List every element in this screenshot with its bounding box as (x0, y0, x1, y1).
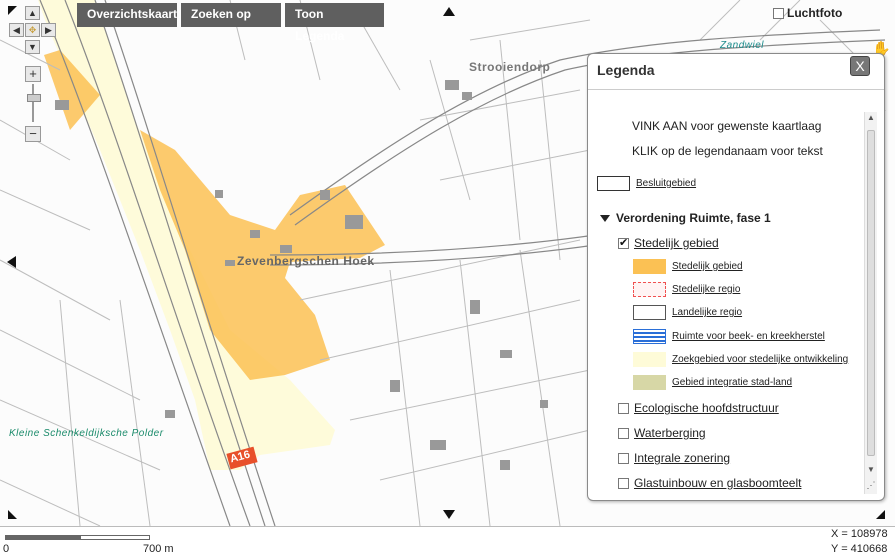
glastuinbouw-checkbox[interactable] (618, 477, 629, 489)
luchtfoto-checkbox[interactable] (773, 7, 784, 19)
x-coordinate: X = 108978 (831, 528, 888, 540)
sublayer-label[interactable]: Stedelijk gebied (672, 261, 743, 272)
swatch-integratie-stad-land (633, 375, 666, 390)
luchtfoto-label: Luchtfoto (787, 6, 843, 20)
legend-layer-ecologische-hoofdstructuur[interactable]: Ecologische hoofdstructuur (618, 401, 779, 415)
scale-end-label: 700 m (143, 543, 174, 555)
layer-link[interactable]: Ecologische hoofdstructuur (634, 401, 779, 415)
resize-grip-icon[interactable]: ⋰ (865, 480, 877, 492)
toon-legenda-button[interactable]: Toon Legenda (285, 3, 384, 43)
pan-north-arrow[interactable] (443, 7, 455, 16)
swatch-zoekgebied (633, 352, 666, 367)
legend-info-line-1: VINK AAN voor gewenste kaartlaag (632, 119, 822, 133)
legend-layer-integrale-zonering[interactable]: Integrale zonering (618, 451, 730, 465)
zoom-in-button[interactable]: + (25, 66, 41, 82)
pan-right-button[interactable]: ▶ (41, 23, 56, 37)
ecologische-hoofdstructuur-checkbox[interactable] (618, 402, 629, 414)
swatch-stedelijk-gebied (633, 259, 666, 274)
waterberging-checkbox[interactable] (618, 427, 629, 439)
sublayer-label[interactable]: Gebied integratie stad-land (672, 377, 792, 388)
legend-title: Legenda (597, 62, 655, 78)
zoom-control: + − (25, 64, 41, 146)
zoom-out-button[interactable]: − (25, 126, 41, 142)
sublayer-zoekgebied[interactable]: Zoekgebied voor stedelijke ontwikkeling (633, 352, 848, 367)
sublayer-label[interactable]: Landelijke regio (672, 307, 742, 318)
stedelijk-gebied-checkbox[interactable] (618, 236, 629, 249)
scroll-up-arrow[interactable]: ▲ (865, 112, 877, 124)
scale-bar (5, 535, 150, 540)
integrale-zonering-checkbox[interactable] (618, 452, 629, 464)
legend-panel: Legenda X VINK AAN voor gewenste kaartla… (587, 53, 885, 501)
sublayer-label[interactable]: Zoekgebied voor stedelijke ontwikkeling (672, 354, 848, 365)
pan-left-button[interactable]: ◀ (9, 23, 24, 37)
sublayer-landelijke-regio[interactable]: Landelijke regio (633, 305, 742, 320)
map-label-kleine-polder: Kleine Schenkeldijksche Polder (9, 428, 164, 439)
zoom-slider-handle[interactable] (27, 94, 41, 102)
zoeken-op-button[interactable]: Zoeken op (181, 3, 281, 27)
map-label-zevenbergschen-hoek: Zevenbergschen Hoek (237, 254, 375, 268)
legend-close-button[interactable]: X (850, 56, 870, 76)
pan-center-button[interactable]: ✥ (25, 23, 40, 37)
pan-south-arrow[interactable] (443, 510, 455, 519)
collapse-triangle-icon[interactable] (600, 214, 610, 222)
map-view[interactable]: Strooiendorp Zevenbergschen Hoek Zandwie… (0, 0, 895, 527)
pan-down-button[interactable]: ▼ (25, 40, 40, 54)
sublayer-integratie-stad-land[interactable]: Gebied integratie stad-land (633, 375, 792, 390)
map-label-zandwiel: Zandwiel (720, 40, 765, 51)
pan-west-arrow[interactable] (7, 256, 16, 268)
layer-link[interactable]: Waterberging (634, 426, 706, 440)
sublayer-beek-kreekherstel[interactable]: Ruimte voor beek- en kreekherstel (633, 329, 825, 344)
corner-arrow-se[interactable] (876, 510, 885, 519)
legend-layer-stedelijk-gebied[interactable]: Stedelijk gebied (618, 236, 719, 250)
legend-besluitgebied[interactable]: Besluitgebied (597, 176, 696, 191)
layer-link[interactable]: Glastuinbouw en glasboomteelt (634, 476, 801, 490)
sublayer-label[interactable]: Stedelijke regio (672, 284, 740, 295)
scale-bar-filled (6, 536, 81, 539)
swatch-landelijke-regio (633, 305, 666, 320)
overzichtskaart-button[interactable]: Overzichtskaart (77, 3, 177, 27)
stedelijk-gebied-link[interactable]: Stedelijk gebied (634, 236, 719, 250)
swatch-stedelijke-regio (633, 282, 666, 297)
scroll-down-arrow[interactable]: ▼ (865, 464, 877, 476)
group-title: Verordening Ruimte, fase 1 (616, 211, 771, 225)
corner-arrow-sw[interactable] (8, 510, 17, 519)
legend-group-header[interactable]: Verordening Ruimte, fase 1 (600, 211, 771, 225)
legend-layer-waterberging[interactable]: Waterberging (618, 426, 706, 440)
layer-link[interactable]: Integrale zonering (634, 451, 730, 465)
scale-start-label: 0 (3, 543, 10, 555)
sublayer-label[interactable]: Ruimte voor beek- en kreekherstel (672, 331, 825, 342)
besluitgebied-swatch (597, 176, 630, 191)
legend-scrollbar[interactable]: ▲ ▼ ⋰ (864, 112, 877, 494)
sublayer-stedelijke-regio[interactable]: Stedelijke regio (633, 282, 740, 297)
besluitgebied-link[interactable]: Besluitgebied (636, 178, 696, 189)
legend-divider (588, 89, 884, 90)
swatch-beek-kreekherstel (633, 329, 666, 344)
pan-up-button[interactable]: ▲ (25, 6, 40, 20)
scroll-thumb[interactable] (867, 130, 875, 456)
status-bar: 0 700 m X = 108978 Y = 410668 (0, 527, 895, 558)
legend-layer-glastuinbouw[interactable]: Glastuinbouw en glasboomteelt (618, 476, 801, 490)
map-label-strooiendorp: Strooiendorp (469, 60, 551, 74)
legend-info-line-2: KLIK op de legendanaam voor tekst (632, 144, 823, 158)
corner-arrow-nw[interactable] (8, 6, 17, 15)
luchtfoto-toggle[interactable]: Luchtfoto (773, 6, 842, 20)
zoom-track[interactable] (32, 84, 34, 122)
y-coordinate: Y = 410668 (831, 543, 888, 555)
sublayer-stedelijk-gebied[interactable]: Stedelijk gebied (633, 259, 743, 274)
